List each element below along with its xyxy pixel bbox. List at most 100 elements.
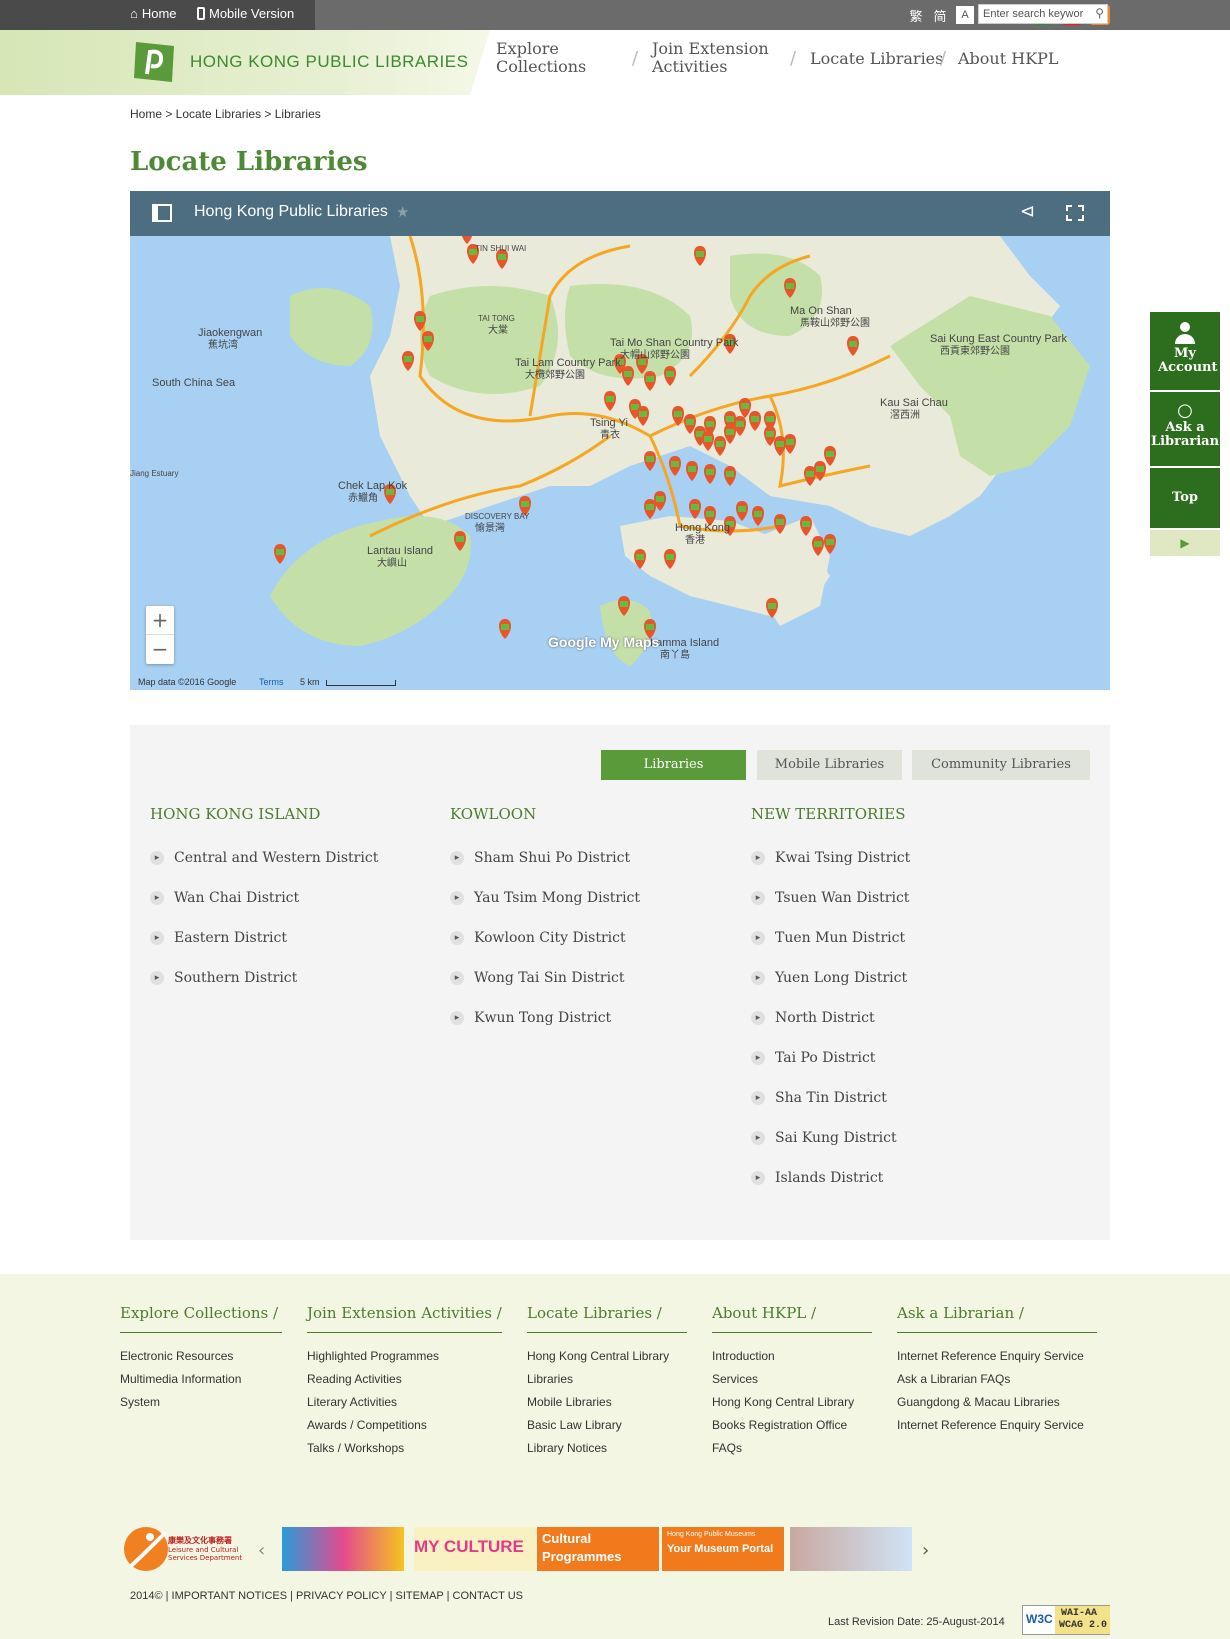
logo-text[interactable]: HONG KONG PUBLIC LIBRARIES — [190, 52, 468, 72]
footer-link[interactable]: Hong Kong Central Library — [527, 1345, 687, 1368]
star-icon[interactable]: ★ — [396, 203, 409, 221]
footer-link[interactable]: FAQs — [712, 1437, 872, 1460]
share-icon[interactable]: ⊲ — [1020, 201, 1035, 222]
search-icon[interactable]: ⚲ — [1095, 6, 1104, 20]
footer-link[interactable]: Ask a Librarian FAQs — [897, 1368, 1097, 1391]
zoom-out-button[interactable]: − — [146, 635, 174, 664]
footer-column-heading[interactable]: Ask a Librarian / — [897, 1304, 1097, 1333]
chevron-right-icon: ▸ — [150, 971, 164, 985]
district-link[interactable]: ▸ Islands District — [751, 1170, 883, 1186]
district-link[interactable]: ▸ Sha Tin District — [751, 1090, 887, 1106]
district-link[interactable]: ▸ Wan Chai District — [150, 890, 299, 906]
nav-locate-libraries[interactable]: Locate Libraries — [810, 50, 943, 68]
map-place-label: Sai Kung East Country Park — [930, 333, 1067, 345]
district-link[interactable]: ▸ Central and Western District — [150, 850, 378, 866]
chevron-right-icon: ▸ — [751, 931, 765, 945]
footer-link[interactable]: Books Registration Office — [712, 1414, 872, 1437]
footer-link[interactable]: Hong Kong Central Library — [712, 1391, 872, 1414]
font-size-small-button[interactable]: A — [956, 6, 974, 24]
footer-link[interactable]: Library Notices — [527, 1437, 687, 1460]
banner-museum-portal[interactable]: Hong Kong Public Museums Your Museum Por… — [662, 1527, 784, 1571]
footer-link[interactable]: Internet Reference Enquiry Service — [897, 1345, 1097, 1368]
simplified-chinese-link[interactable]: 简 — [932, 6, 948, 25]
lcsd-logo[interactable]: 康樂及文化事務署 Leisure and Cultural Services D… — [120, 1523, 250, 1575]
map-legend-toggle-icon[interactable] — [152, 204, 172, 222]
breadcrumb[interactable]: Home > Locate Libraries > Libraries — [130, 107, 321, 121]
footer-link[interactable]: Reading Activities — [307, 1368, 502, 1391]
footer-link[interactable]: Basic Law Library — [527, 1414, 687, 1437]
footer-link[interactable]: Libraries — [527, 1368, 687, 1391]
banner-next-arrow-icon[interactable]: › — [922, 1540, 929, 1584]
nav-join-extension-activities[interactable]: Join Extension Activities — [652, 40, 769, 76]
search-input[interactable]: Enter search keywor ⚲ — [978, 4, 1108, 24]
footer-column-heading[interactable]: About HKPL / — [712, 1304, 872, 1333]
banner-prev-arrow-icon[interactable]: ‹ — [258, 1540, 265, 1584]
side-expand-arrow-icon[interactable]: ▶ — [1150, 530, 1220, 556]
back-to-top-button[interactable]: Top — [1150, 468, 1220, 528]
map-place-sublabel: 蕉坑湾 — [208, 338, 238, 351]
chevron-right-icon: ▸ — [450, 891, 464, 905]
district-link[interactable]: ▸ Kwai Tsing District — [751, 850, 910, 866]
footer-link[interactable]: Services — [712, 1368, 872, 1391]
footer-link[interactable]: Multimedia Information — [120, 1368, 282, 1391]
mobile-version-link[interactable]: Mobile Version — [197, 6, 294, 21]
footer-bottom-links[interactable]: 2014© | IMPORTANT NOTICES | PRIVACY POLI… — [130, 1590, 523, 1602]
banner-basic-law[interactable] — [790, 1527, 912, 1571]
chevron-right-icon: ▸ — [150, 851, 164, 865]
tab-community-libraries[interactable]: Community Libraries — [912, 750, 1090, 780]
lcsd-runner-icon — [124, 1527, 168, 1571]
footer-link[interactable]: Awards / Competitions — [307, 1414, 502, 1437]
nav-about-hkpl[interactable]: About HKPL — [958, 50, 1059, 68]
district-link[interactable]: ▸ Sham Shui Po District — [450, 850, 630, 866]
banner-my-culture[interactable]: MY CULTURE — [414, 1527, 536, 1571]
district-link[interactable]: ▸ Wong Tai Sin District — [450, 970, 625, 986]
map-terms-link[interactable]: Terms — [259, 677, 284, 687]
footer-link[interactable]: Introduction — [712, 1345, 872, 1368]
district-link[interactable]: ▸ Yuen Long District — [751, 970, 907, 986]
traditional-chinese-link[interactable]: 繁 — [908, 6, 924, 25]
footer-link[interactable]: Literary Activities — [307, 1391, 502, 1414]
district-link[interactable]: ▸ North District — [751, 1010, 875, 1026]
google-my-maps-watermark: Google My Maps — [548, 634, 660, 650]
map-canvas[interactable]: Jiaokengwan蕉坑湾 Chek Lap Kok赤鱲角 Lantau Isla… — [130, 236, 1110, 690]
footer-link[interactable]: System — [120, 1391, 282, 1414]
footer-link[interactable]: Talks / Workshops — [307, 1437, 502, 1460]
footer-link[interactable]: Mobile Libraries — [527, 1391, 687, 1414]
district-link[interactable]: ▸ Tsuen Wan District — [751, 890, 909, 906]
district-link[interactable]: ▸ Kowloon City District — [450, 930, 626, 946]
w3c-wai-aa-badge[interactable]: W3C WAI-AA WCAG 2.0 — [1022, 1605, 1110, 1635]
home-link[interactable]: ⌂ Home — [130, 6, 177, 21]
nav-explore-collections[interactable]: Explore Collections — [496, 40, 586, 76]
ask-a-librarian-button[interactable]: ○ Ask a Librarian — [1150, 392, 1220, 466]
footer-column-heading[interactable]: Locate Libraries / — [527, 1304, 687, 1333]
fullscreen-icon[interactable] — [1066, 205, 1084, 221]
hkpl-logo-icon[interactable] — [130, 38, 178, 86]
footer-link[interactable]: Highlighted Programmes — [307, 1345, 502, 1368]
nav-separator: / — [632, 48, 639, 69]
footer-link[interactable]: Internet Reference Enquiry Service — [897, 1414, 1097, 1437]
tab-mobile-libraries[interactable]: Mobile Libraries — [757, 750, 902, 780]
library-map[interactable]: Jiaokengwan 蕉坑湾 Chek Lap Kok 赤鱲角 Lantau Isla… — [130, 236, 1110, 690]
district-link[interactable]: ▸ Yau Tsim Mong District — [450, 890, 640, 906]
map-place-label: South China Sea — [152, 377, 236, 389]
district-link[interactable]: ▸ Kwun Tong District — [450, 1010, 611, 1026]
footer-link[interactable]: Electronic Resources — [120, 1345, 282, 1368]
map-place-label: Chek Lap Kok — [338, 480, 408, 492]
district-link[interactable]: ▸ Tai Po District — [751, 1050, 875, 1066]
district-link[interactable]: ▸ Sai Kung District — [751, 1130, 897, 1146]
map-scale: 5 km — [300, 677, 320, 687]
banner-website-awards[interactable] — [282, 1527, 404, 1571]
my-account-button[interactable]: My Account — [1150, 312, 1220, 390]
banner-cultural-programmes[interactable]: Cultural Programmes — [537, 1527, 659, 1571]
footer-column-heading[interactable]: Join Extension Activities / — [307, 1304, 502, 1333]
heading-new-territories: NEW TERRITORIES — [751, 805, 906, 823]
zoom-control: + − — [146, 606, 174, 664]
district-link[interactable]: ▸ Eastern District — [150, 930, 287, 946]
footer-link[interactable]: Guangdong & Macau Libraries — [897, 1391, 1097, 1414]
district-link[interactable]: ▸ Tuen Mun District — [751, 930, 905, 946]
zoom-in-button[interactable]: + — [146, 606, 174, 635]
tab-libraries[interactable]: Libraries — [601, 750, 746, 780]
district-link[interactable]: ▸ Southern District — [150, 970, 297, 986]
user-icon — [1174, 322, 1196, 344]
footer-column-heading[interactable]: Explore Collections / — [120, 1304, 282, 1333]
